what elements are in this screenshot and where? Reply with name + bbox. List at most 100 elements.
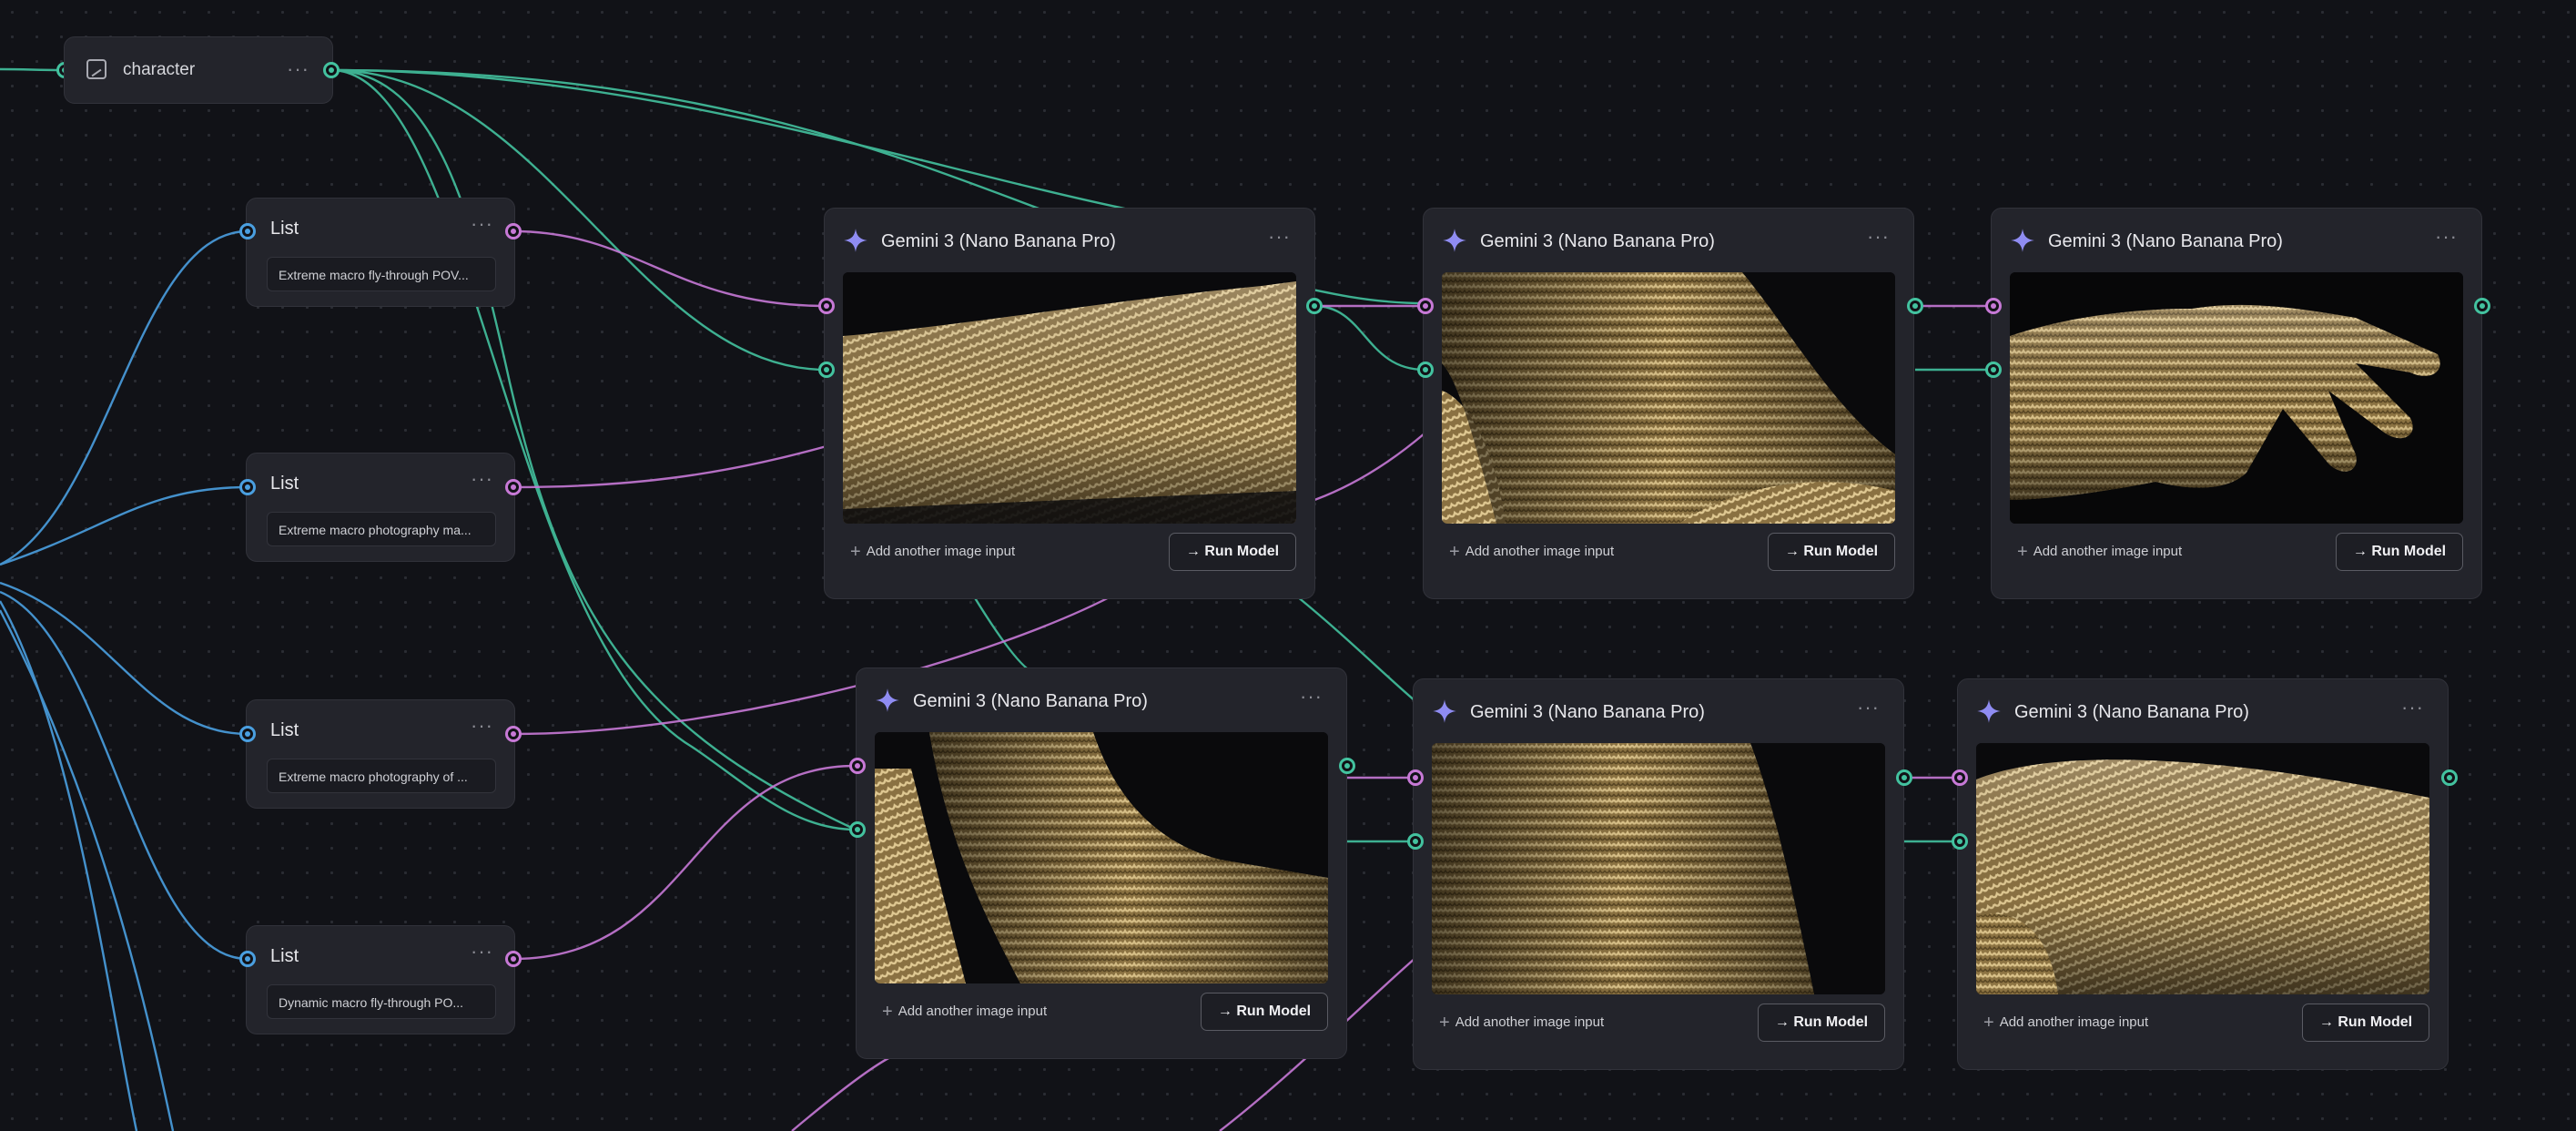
gemini-node-title: Gemini 3 (Nano Banana Pro)	[2048, 231, 2283, 251]
run-model-button[interactable]: → Run Model	[1201, 993, 1328, 1031]
plus-icon: +	[882, 1002, 893, 1022]
list-node[interactable]: List ··· Dynamic macro fly-through PO...	[246, 925, 515, 1034]
gemini-node-title: Gemini 3 (Nano Banana Pro)	[2014, 702, 2249, 722]
plus-icon: +	[850, 542, 861, 562]
list-node-title: List	[270, 946, 299, 966]
gemini-prompt-input-handle[interactable]	[1985, 298, 2002, 314]
run-model-label: Run Model	[2338, 1014, 2413, 1030]
generated-image	[1442, 272, 1895, 524]
list-node-title: List	[270, 219, 299, 239]
run-model-button[interactable]: → Run Model	[1758, 1004, 1885, 1042]
run-model-button[interactable]: → Run Model	[2336, 533, 2463, 571]
gemini-output-handle[interactable]	[2474, 298, 2490, 314]
gemini-output-handle[interactable]	[1339, 758, 1355, 774]
add-image-input-label: Add another image input	[866, 544, 1016, 559]
list-input-handle[interactable]	[239, 726, 256, 742]
gemini-node[interactable]: Gemini 3 (Nano Banana Pro) ··· + Add anot…	[1991, 208, 2482, 599]
character-node-menu-icon[interactable]: ···	[287, 57, 309, 81]
list-input-handle[interactable]	[239, 951, 256, 967]
arrow-right-icon: →	[1185, 544, 1201, 559]
list-node[interactable]: List ··· Extreme macro photography ma...	[246, 453, 515, 562]
add-image-input-button[interactable]: + Add another image input	[2017, 542, 2182, 563]
sparkle-icon	[1433, 699, 1456, 723]
arrow-right-icon: →	[1774, 1014, 1790, 1030]
run-model-button[interactable]: → Run Model	[2302, 1004, 2429, 1042]
list-node-value[interactable]: Extreme macro fly-through POV...	[267, 257, 496, 291]
gemini-node[interactable]: Gemini 3 (Nano Banana Pro) ··· + Add anot…	[856, 667, 1347, 1059]
gemini-prompt-input-handle[interactable]	[818, 298, 835, 314]
character-node[interactable]: character ···	[64, 36, 333, 104]
gemini-node[interactable]: Gemini 3 (Nano Banana Pro) ··· + Add anot…	[1423, 208, 1914, 599]
gemini-node-menu-icon[interactable]: ···	[1867, 225, 1890, 249]
gemini-node-title: Gemini 3 (Nano Banana Pro)	[1470, 702, 1705, 722]
gemini-image-input-handle[interactable]	[1952, 833, 1968, 850]
run-model-label: Run Model	[1793, 1014, 1869, 1030]
gemini-node-menu-icon[interactable]: ···	[2401, 696, 2424, 719]
gemini-output-handle[interactable]	[1306, 298, 1323, 314]
edge-blue-down1	[0, 600, 138, 1131]
add-image-input-label: Add another image input	[1999, 1014, 2149, 1030]
list-input-handle[interactable]	[239, 479, 256, 495]
gemini-node-menu-icon[interactable]: ···	[2435, 225, 2458, 249]
gemini-output-handle[interactable]	[2441, 769, 2458, 786]
add-image-input-button[interactable]: + Add another image input	[882, 1002, 1047, 1023]
add-image-input-button[interactable]: + Add another image input	[1983, 1013, 2148, 1034]
gemini-node-menu-icon[interactable]: ···	[1268, 225, 1291, 249]
add-image-input-label: Add another image input	[1455, 1014, 1605, 1030]
gemini-prompt-input-handle[interactable]	[849, 758, 866, 774]
edge-pink-bottom1	[791, 1055, 893, 1131]
list-node-value[interactable]: Extreme macro photography of ...	[267, 759, 496, 793]
gemini-prompt-input-handle[interactable]	[1952, 769, 1968, 786]
list-node-menu-icon[interactable]: ···	[471, 940, 493, 963]
gemini-node[interactable]: Gemini 3 (Nano Banana Pro) ··· + Add anot…	[1957, 678, 2449, 1070]
run-model-button[interactable]: → Run Model	[1768, 533, 1895, 571]
list-node[interactable]: List ··· Extreme macro fly-through POV..…	[246, 198, 515, 307]
gemini-node-menu-icon[interactable]: ···	[1857, 696, 1880, 719]
gemini-image-input-handle[interactable]	[849, 821, 866, 838]
gemini-image-input-handle[interactable]	[1985, 362, 2002, 378]
gemini-node-title: Gemini 3 (Nano Banana Pro)	[913, 691, 1148, 711]
arrow-right-icon: →	[1217, 1004, 1232, 1019]
list-node-value[interactable]: Dynamic macro fly-through PO...	[267, 984, 496, 1019]
arrow-right-icon: →	[2318, 1014, 2334, 1030]
list-output-handle[interactable]	[505, 223, 522, 239]
edge-blue-list2	[0, 485, 248, 566]
list-node-menu-icon[interactable]: ···	[471, 714, 493, 738]
list-output-handle[interactable]	[505, 479, 522, 495]
edge-blue-list3	[0, 581, 248, 736]
gemini-node-menu-icon[interactable]: ···	[1300, 685, 1323, 708]
list-node[interactable]: List ··· Extreme macro photography of ..…	[246, 699, 515, 809]
list-output-handle[interactable]	[505, 726, 522, 742]
gemini-image-input-handle[interactable]	[1417, 362, 1434, 378]
add-image-input-button[interactable]: + Add another image input	[850, 542, 1015, 563]
gemini-node-title: Gemini 3 (Nano Banana Pro)	[1480, 231, 1715, 251]
gemini-image-input-handle[interactable]	[818, 362, 835, 378]
edge-character-in	[0, 67, 65, 72]
generated-image	[1976, 743, 2429, 994]
gemini-output-handle[interactable]	[1907, 298, 1923, 314]
gemini-output-handle[interactable]	[1896, 769, 1912, 786]
list-node-menu-icon[interactable]: ···	[471, 467, 493, 491]
run-model-button[interactable]: → Run Model	[1169, 533, 1296, 571]
list-node-value[interactable]: Extreme macro photography ma...	[267, 512, 496, 546]
edge-gem1-down	[972, 596, 1039, 676]
sparkle-icon	[844, 229, 867, 252]
plus-icon: +	[1983, 1013, 1994, 1033]
edge-gem1-out-gem2	[1313, 304, 1425, 372]
list-output-handle[interactable]	[505, 951, 522, 967]
character-output-handle[interactable]	[323, 62, 340, 78]
gemini-node[interactable]: Gemini 3 (Nano Banana Pro) ··· + Add anot…	[1413, 678, 1904, 1070]
add-image-input-button[interactable]: + Add another image input	[1439, 1013, 1604, 1034]
list-node-title: List	[270, 474, 299, 494]
list-input-handle[interactable]	[239, 223, 256, 239]
gemini-image-input-handle[interactable]	[1407, 833, 1424, 850]
list-node-menu-icon[interactable]: ···	[471, 212, 493, 236]
generated-image	[875, 732, 1328, 983]
gemini-prompt-input-handle[interactable]	[1407, 769, 1424, 786]
gemini-prompt-input-handle[interactable]	[1417, 298, 1434, 314]
generated-image	[2010, 272, 2463, 524]
add-image-input-button[interactable]: + Add another image input	[1449, 542, 1614, 563]
gemini-node[interactable]: Gemini 3 (Nano Banana Pro) ··· + Add anot…	[824, 208, 1315, 599]
edge-blue-down2	[0, 609, 175, 1131]
run-model-label: Run Model	[1803, 544, 1879, 559]
